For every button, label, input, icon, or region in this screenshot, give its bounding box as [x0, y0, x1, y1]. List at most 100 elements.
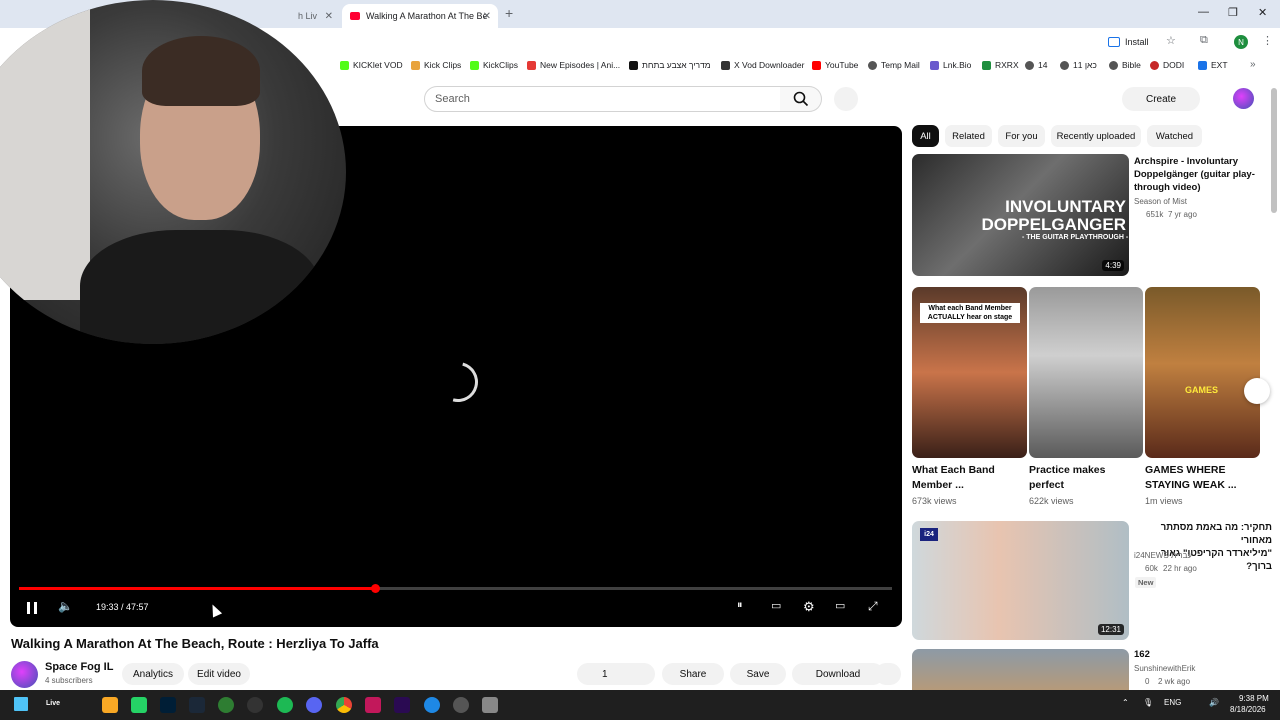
short-thumbnail[interactable]: What each Band Member ACTUALLY hear on s… — [912, 287, 1027, 458]
voice-search-button[interactable] — [834, 87, 858, 111]
whatsapp-icon[interactable] — [131, 697, 147, 713]
app-icon[interactable] — [453, 697, 469, 713]
browser-profile-avatar[interactable]: N — [1234, 35, 1248, 49]
bookmark-item[interactable]: כאן 11 — [1060, 60, 1097, 70]
rec-view-count: 60k — [1145, 564, 1158, 573]
rec-video-title[interactable]: Archspire - Involuntary Doppelgänger (gu… — [1134, 155, 1274, 194]
file-explorer-icon[interactable] — [102, 697, 118, 713]
steam-icon[interactable] — [189, 697, 205, 713]
short-views: 673k views — [912, 496, 957, 506]
page-scrollbar[interactable] — [1271, 88, 1277, 213]
rec-channel-name[interactable]: Season of Mist — [1134, 197, 1187, 206]
channel-avatar[interactable] — [11, 661, 38, 688]
install-app-button[interactable]: Install — [1108, 33, 1149, 51]
like-button[interactable]: 1 — [577, 663, 655, 685]
new-tab-button[interactable]: + — [505, 5, 513, 21]
bookmark-star-icon[interactable]: ☆ — [1166, 34, 1176, 47]
video-thumbnail[interactable] — [912, 649, 1129, 690]
spotify-icon[interactable] — [277, 697, 293, 713]
bookmark-item[interactable]: Lnk.Bio — [930, 60, 971, 70]
search-input[interactable]: Search — [424, 86, 781, 112]
discord-icon[interactable] — [306, 697, 322, 713]
create-button[interactable]: Create — [1122, 87, 1200, 111]
microphone-icon[interactable]: 🎙 — [1143, 698, 1153, 707]
chip-for-you[interactable]: For you — [998, 125, 1045, 147]
video-thumbnail[interactable]: i24 12:31 — [912, 521, 1129, 640]
bookmark-item[interactable]: X Vod Downloader — [721, 60, 804, 70]
bookmark-item[interactable]: KICKlet VOD — [340, 60, 403, 70]
progress-scrubber[interactable] — [371, 584, 381, 593]
short-title[interactable]: What Each Band Member ... — [912, 463, 995, 493]
bookmark-item[interactable]: YouTube — [812, 60, 858, 70]
app-icon[interactable] — [247, 697, 263, 713]
browser-tab-active[interactable]: Walking A Marathon At The Be ✕ — [342, 4, 498, 28]
maximize-icon[interactable]: ❐ — [1228, 6, 1238, 19]
clock-time[interactable]: 9:38 PM — [1239, 694, 1269, 703]
save-button[interactable]: Save — [730, 663, 786, 685]
rec-video-title[interactable]: 162 — [1134, 648, 1150, 661]
language-indicator[interactable]: ENG — [1164, 698, 1181, 707]
video-title: Walking A Marathon At The Beach, Route :… — [11, 636, 379, 651]
speaker-icon[interactable]: 🔊 — [1209, 698, 1219, 707]
bookmark-item[interactable]: RXRX — [982, 60, 1019, 70]
minimize-icon[interactable]: — — [1198, 6, 1209, 18]
tray-chevron-icon[interactable]: ⌃ — [1122, 698, 1129, 707]
short-views: 622k views — [1029, 496, 1074, 506]
app-icon[interactable] — [424, 697, 440, 713]
bookmark-item[interactable]: Kick Clips — [411, 60, 461, 70]
search-button[interactable] — [780, 86, 822, 112]
download-button[interactable]: Download — [792, 663, 884, 685]
premiere-icon[interactable] — [394, 697, 410, 713]
analytics-button[interactable]: Analytics — [122, 663, 184, 685]
share-button[interactable]: Share — [662, 663, 724, 685]
bookmark-item[interactable]: KickClips — [470, 60, 518, 70]
settings-gear-icon[interactable]: ⚙ — [803, 599, 815, 615]
close-tab-icon[interactable]: ✕ — [325, 11, 333, 22]
close-window-icon[interactable]: ✕ — [1258, 6, 1267, 19]
video-thumbnail[interactable]: INVOLUNTARY DOPPELGANGER - THE GUITAR PL… — [912, 154, 1129, 276]
chip-recently-uploaded[interactable]: Recently uploaded — [1051, 125, 1141, 147]
photoshop-icon[interactable] — [160, 697, 176, 713]
volume-icon[interactable]: 🔈 — [58, 599, 73, 613]
chip-watched[interactable]: Watched — [1147, 125, 1202, 147]
autoplay-toggle-icon[interactable]: ⏸ — [737, 599, 743, 612]
browser-tab[interactable]: h Liv ✕ — [290, 4, 340, 28]
bookmarks-overflow-icon[interactable]: » — [1250, 59, 1256, 70]
account-avatar[interactable] — [1233, 88, 1254, 109]
short-title[interactable]: GAMES WHERE STAYING WEAK ... — [1145, 463, 1237, 493]
more-actions-button[interactable] — [875, 663, 901, 685]
bookmark-item[interactable]: מדריך אצבע בתחת — [629, 60, 711, 70]
theater-mode-icon[interactable]: ▭ — [835, 599, 845, 612]
app-icon[interactable] — [482, 697, 498, 713]
windows-start-icon[interactable] — [14, 697, 28, 711]
bookmark-item[interactable]: Temp Mail — [868, 60, 920, 70]
extensions-icon[interactable]: ⧉ — [1200, 34, 1208, 47]
rec-channel-name[interactable]: i24NEWS עברית — [1134, 551, 1192, 560]
fullscreen-icon[interactable]: ⤢ — [868, 599, 878, 614]
subtitles-icon[interactable]: ▭ — [771, 599, 781, 612]
progress-bar[interactable] — [19, 584, 892, 593]
rec-channel-name[interactable]: SunshinewithErik — [1134, 664, 1195, 673]
channel-name[interactable]: Space Fog IL — [45, 661, 113, 673]
bookmark-item[interactable]: New Episodes | Ani... — [527, 60, 620, 70]
chrome-icon[interactable] — [336, 697, 352, 713]
clock-date[interactable]: 8/18/2026 — [1230, 705, 1266, 714]
chip-related[interactable]: Related — [945, 125, 992, 147]
edit-video-button[interactable]: Edit video — [188, 663, 250, 685]
browser-menu-icon[interactable]: ⋮ — [1262, 34, 1273, 47]
short-thumbnail[interactable]: GAMES — [1145, 287, 1260, 458]
app-icon[interactable] — [218, 697, 234, 713]
shorts-next-button[interactable] — [1244, 378, 1270, 404]
app-icon[interactable] — [365, 697, 381, 713]
pause-icon[interactable] — [27, 602, 37, 614]
bookmark-item[interactable]: DODI — [1150, 60, 1184, 70]
close-tab-icon[interactable]: ✕ — [483, 11, 491, 22]
bookmark-item[interactable]: EXT — [1198, 60, 1228, 70]
chip-all[interactable]: All — [912, 125, 939, 147]
bookmark-item[interactable]: 14 — [1025, 60, 1047, 70]
short-thumbnail[interactable] — [1029, 287, 1143, 458]
short-title-line: Practice makes — [1029, 464, 1106, 476]
live-widget[interactable]: Live — [46, 700, 60, 707]
bookmark-item[interactable]: Bible — [1109, 60, 1141, 70]
short-title[interactable]: Practice makes perfect — [1029, 463, 1105, 493]
